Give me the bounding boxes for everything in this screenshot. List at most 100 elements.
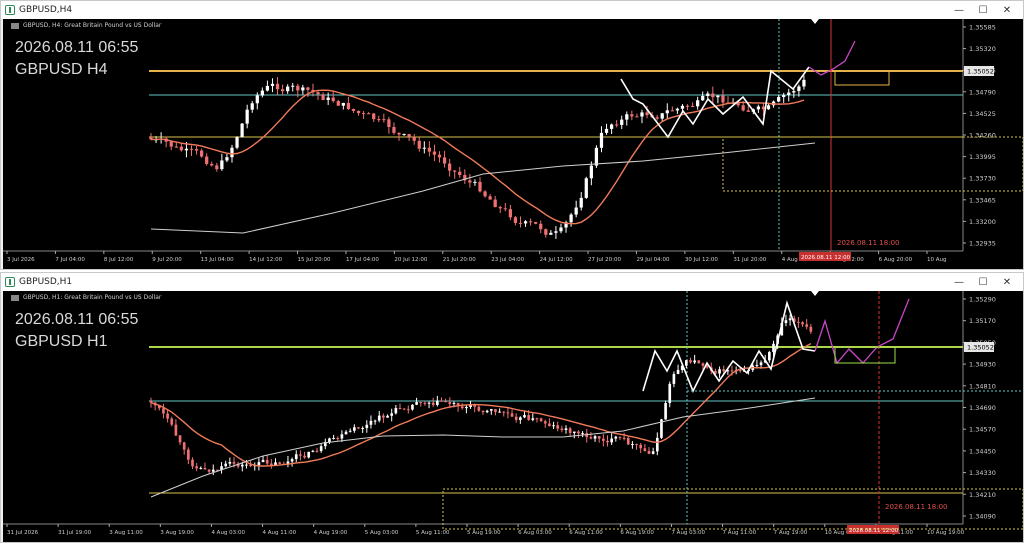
price-label: 1.32935 [969,240,996,248]
candle-body [415,402,418,405]
maximize-button[interactable]: ☐ [971,1,995,19]
candle-body [278,462,281,464]
candle-body [174,146,178,148]
candle-body [685,360,688,366]
candle-body [427,147,432,152]
candle-body [290,459,294,462]
target-zone-box [834,70,890,86]
candle-body [534,222,538,224]
candle-body [556,425,560,429]
candle-body [194,149,199,151]
time-label: 31 Jul 19:00 [58,530,91,536]
candle-body [801,322,804,325]
candle-body [187,449,190,460]
candle-body [548,423,551,427]
candle-body [341,102,345,106]
time-label: 13 Jul 04:00 [201,257,234,263]
candle-body [431,402,435,405]
candle-body [630,114,634,117]
zigzag-line [620,66,810,139]
candle-body [315,450,319,452]
candle-body [620,119,624,125]
time-label: 31 Jul 20:00 [733,257,766,263]
h1-chart-window[interactable]: GBPUSD,H1 — ☐ ✕ 1.352901.351701.350501.3… [0,272,1024,543]
candle-body [802,79,806,87]
candle-body [539,223,543,230]
candle-body [618,436,622,438]
price-label: 1.34210 [969,491,996,499]
candle-body [552,425,555,427]
h4-price-chart[interactable]: 1.355851.353201.350551.347901.345251.342… [3,19,1023,269]
candle-body [316,92,320,95]
candle-body [589,165,593,179]
candle-body [270,83,275,86]
time-label: 3 Jul 2026 [7,257,35,263]
candle-body [270,463,273,466]
candle-body [805,324,809,327]
candle-body [448,163,452,171]
price-label: 1.34790 [969,88,996,96]
candle-body [398,408,402,410]
candle-body [689,360,692,363]
candle-body [756,106,761,110]
time-label: 6 Aug 03:00 [518,530,552,536]
candle-body [574,207,578,215]
candle-body [458,171,462,175]
candle-body [564,428,568,431]
candle-body [245,109,249,124]
candle-body [250,103,254,110]
h1-title-bar[interactable]: GBPUSD,H1 — ☐ ✕ [1,273,1023,291]
candle-body [199,150,204,157]
maximize-button[interactable]: ☐ [971,273,995,291]
candle-body [182,442,186,450]
candle-body [473,181,477,183]
h1-price-chart[interactable]: 1.352901.351701.350501.349301.348101.346… [3,291,1023,542]
h4-chart-window[interactable]: GBPUSD,H4 — ☐ ✕ 1.355851.353201.350551.3… [0,0,1024,270]
candle-body [664,403,667,420]
candle-body [306,87,310,90]
dashed-zone-box [722,136,1023,192]
candle-body [643,448,647,452]
candle-body [647,451,651,454]
candle-body [442,157,447,164]
time-label: 5 Aug 19:00 [467,530,501,536]
chart-canvas: 1.355851.353201.350551.347901.345251.342… [3,19,1023,263]
candle-body [377,119,381,121]
candle-body [440,400,443,402]
minimize-button[interactable]: — [947,273,971,291]
candle-body [640,112,644,117]
candle-body [672,373,676,384]
h4-chart-header-text: GBPUSD, H4: Great Britain Pound vs US Do… [23,22,162,29]
h1-overlay-date: 2026.08.11 06:55 [15,311,139,328]
time-label: 5 Aug 11:00 [416,530,450,536]
candle-body [387,119,391,128]
candle-body [519,417,522,420]
candle-body [319,446,323,452]
candle-body [631,444,634,446]
candle-body [407,134,411,137]
candle-body [411,404,414,410]
h1-overlay-symbol: GBPUSD H1 [15,333,108,350]
candle-body [523,221,528,224]
candle-body [569,214,573,223]
candle-body [178,435,182,443]
candle-body [639,444,643,449]
price-label: 1.34570 [969,426,996,434]
shift-marker-icon [811,291,819,296]
close-button[interactable]: ✕ [995,1,1019,19]
price-label: 1.34450 [969,447,996,455]
candle-body [693,360,696,363]
candle-body [676,369,680,374]
price-label: 1.33995 [969,153,996,161]
candle-body [625,114,629,120]
candle-body [577,431,580,434]
time-label: 3 Aug 11:00 [109,530,143,536]
close-button[interactable]: ✕ [995,273,1019,291]
time-label: 10 Aug 19:00 [927,530,965,536]
candle-body [610,438,613,443]
h4-title-bar[interactable]: GBPUSD,H4 — ☐ ✕ [1,1,1023,19]
time-label: 10 Aug [927,257,947,263]
minimize-button[interactable]: — [947,1,971,19]
candle-body [240,123,244,138]
shift-marker-icon [811,19,819,24]
